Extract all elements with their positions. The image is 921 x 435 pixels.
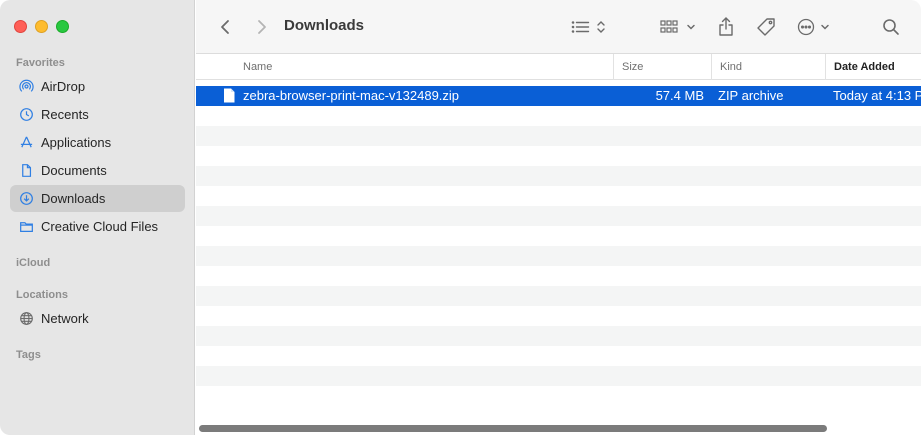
- column-header-date-added[interactable]: Date Added: [825, 54, 921, 80]
- empty-row: [196, 166, 921, 186]
- tag-icon: [757, 18, 775, 36]
- search-button[interactable]: [880, 13, 902, 41]
- empty-row: [196, 246, 921, 266]
- search-icon: [883, 19, 899, 35]
- forward-button[interactable]: [251, 13, 273, 41]
- file-row[interactable]: zebra-browser-print-mac-v132489.zip 57.4…: [196, 86, 921, 106]
- finder-window: Favorites AirDrop Recents Applications D…: [0, 0, 921, 435]
- sidebar-section-icloud: iCloud: [16, 257, 51, 269]
- window-title: Downloads: [284, 17, 365, 34]
- minimize-window-button[interactable]: [35, 20, 48, 33]
- document-icon: [19, 163, 34, 178]
- sidebar-section-tags: Tags: [16, 349, 41, 361]
- sidebar-item-label: Downloads: [41, 191, 106, 206]
- sidebar-item-label: AirDrop: [41, 79, 86, 94]
- applications-icon: [19, 135, 34, 150]
- zoom-window-button[interactable]: [56, 20, 69, 33]
- toolbar: Downloads: [196, 0, 921, 54]
- empty-row: [196, 146, 921, 166]
- file-name: zebra-browser-print-mac-v132489.zip: [243, 88, 460, 103]
- sidebar-item-recents[interactable]: Recents: [10, 101, 185, 128]
- sidebar-item-documents[interactable]: Documents: [10, 157, 185, 184]
- chevron-right-icon: [258, 20, 266, 34]
- sidebar-section-locations: Locations: [16, 289, 68, 301]
- sidebar-section-favorites: Favorites: [16, 57, 65, 69]
- empty-row: [196, 306, 921, 326]
- group-button[interactable]: [660, 13, 698, 41]
- close-window-button[interactable]: [14, 20, 27, 33]
- empty-row: [196, 126, 921, 146]
- empty-row: [196, 286, 921, 306]
- empty-row: [196, 186, 921, 206]
- grid-view-icon: [660, 20, 695, 33]
- sidebar-item-network[interactable]: Network: [10, 305, 185, 332]
- empty-row: [196, 386, 921, 406]
- empty-row: [196, 206, 921, 226]
- empty-row: [196, 326, 921, 346]
- column-header-kind[interactable]: Kind: [711, 54, 825, 80]
- empty-row: [196, 106, 921, 126]
- sidebar-item-label: Documents: [41, 163, 107, 178]
- tag-button[interactable]: [754, 13, 778, 41]
- sidebar: Favorites AirDrop Recents Applications D…: [0, 0, 195, 435]
- folder-icon: [19, 219, 34, 234]
- download-icon: [19, 191, 34, 206]
- share-button[interactable]: [715, 13, 737, 41]
- airdrop-icon: [19, 79, 34, 94]
- file-date-added: Today at 4:13 PM: [833, 88, 921, 103]
- back-button[interactable]: [214, 13, 236, 41]
- globe-icon: [19, 311, 34, 326]
- sidebar-item-downloads[interactable]: Downloads: [10, 185, 185, 212]
- chevron-left-icon: [221, 20, 229, 34]
- window-controls: [14, 20, 69, 33]
- view-options-button[interactable]: [570, 13, 610, 41]
- file-list: zebra-browser-print-mac-v132489.zip 57.4…: [196, 86, 921, 406]
- sidebar-item-creative-cloud-files[interactable]: Creative Cloud Files: [10, 213, 185, 240]
- empty-row: [196, 366, 921, 386]
- empty-row: [196, 226, 921, 246]
- list-view-icon: [571, 21, 605, 33]
- empty-row: [196, 346, 921, 366]
- ellipsis-circle-icon: [797, 18, 829, 36]
- column-header-size[interactable]: Size: [613, 54, 711, 80]
- clock-icon: [19, 107, 34, 122]
- column-header-name[interactable]: Name: [235, 54, 613, 80]
- share-icon: [719, 17, 733, 36]
- sidebar-item-label: Applications: [41, 135, 112, 150]
- column-header-row: Name Size Kind Date Added: [196, 54, 921, 80]
- empty-row: [196, 266, 921, 286]
- sidebar-item-airdrop[interactable]: AirDrop: [10, 73, 185, 100]
- zip-file-icon: [224, 88, 235, 103]
- sidebar-item-label: Recents: [41, 107, 89, 122]
- sidebar-item-label: Creative Cloud Files: [41, 219, 159, 234]
- file-kind: ZIP archive: [718, 88, 784, 103]
- horizontal-scrollbar[interactable]: [199, 425, 827, 432]
- file-size: 57.4 MB: [655, 88, 704, 103]
- sidebar-item-applications[interactable]: Applications: [10, 129, 185, 156]
- more-actions-button[interactable]: [796, 13, 834, 41]
- sidebar-item-label: Network: [41, 311, 89, 326]
